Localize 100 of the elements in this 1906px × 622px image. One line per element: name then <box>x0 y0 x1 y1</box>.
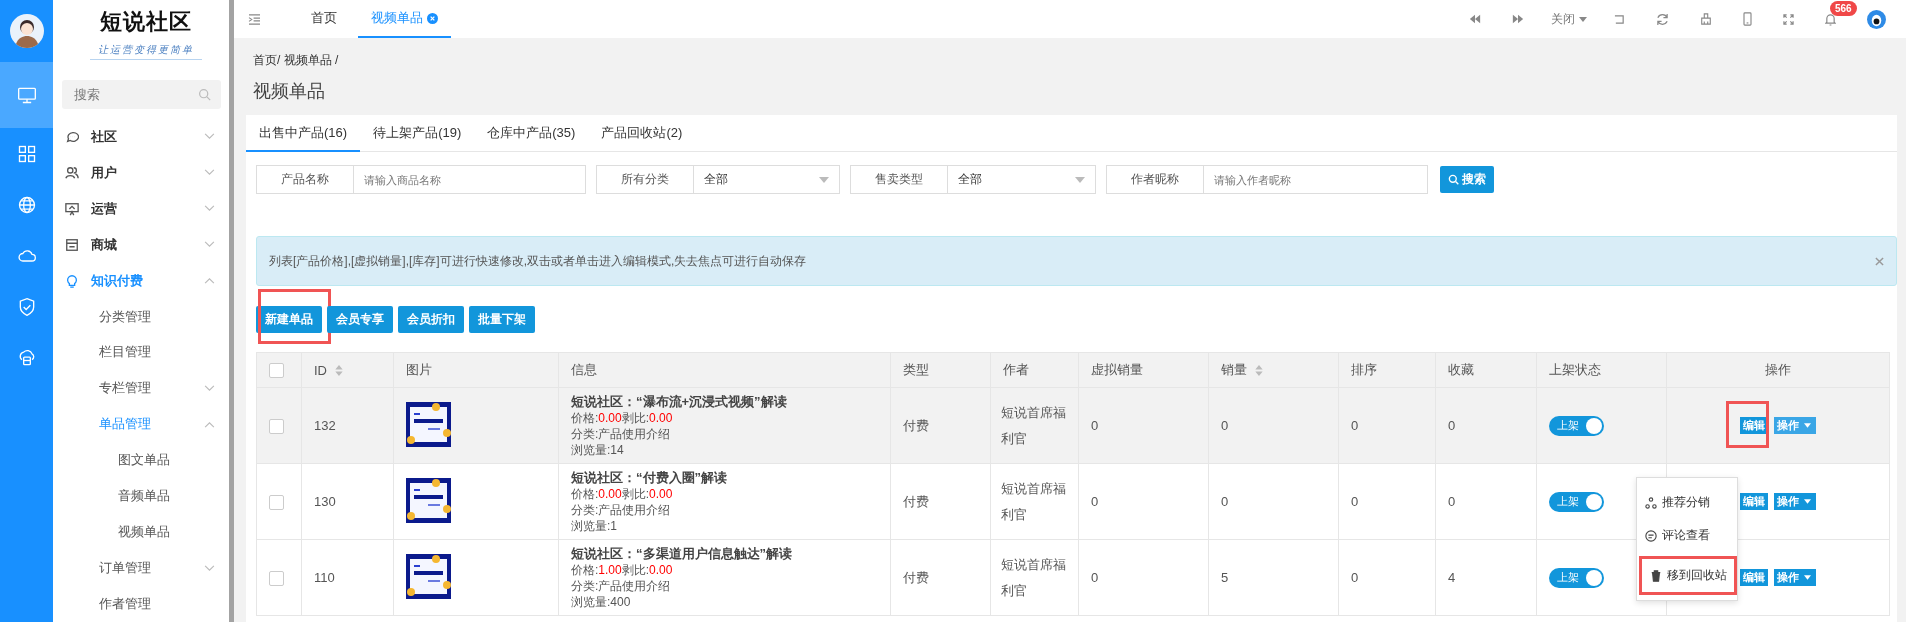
checkbox[interactable] <box>269 494 284 510</box>
presentation-icon <box>65 201 79 216</box>
sidebar-item[interactable]: 音频单品 <box>53 478 229 515</box>
close-menu-button[interactable]: 关闭 <box>1551 10 1587 28</box>
column-header[interactable]: 销量 <box>1221 361 1263 379</box>
category-text: 分类:产品使用介绍 <box>571 501 672 518</box>
tab[interactable]: 待上架产品(19) <box>360 115 475 152</box>
breadcrumb: 首页/ 视频单品 / <box>253 52 340 69</box>
price-line: 价格:0.00剥比:0.00 <box>571 485 674 502</box>
table-cell: 0 <box>1435 387 1537 464</box>
table-cell: 0 <box>1338 463 1436 540</box>
table-cell: 132 <box>301 387 394 464</box>
table-cell: 短说首席福利官 <box>990 387 1079 464</box>
filter-label: 产品名称 <box>256 165 354 194</box>
return-icon[interactable] <box>1614 13 1625 25</box>
table-cell: 0 <box>1338 539 1436 616</box>
menu-icon[interactable] <box>248 13 261 25</box>
caret-icon <box>1803 423 1811 429</box>
table-cell: 0 <box>1435 463 1537 540</box>
monitor-icon <box>16 85 37 105</box>
search-field[interactable]: 搜索 <box>62 79 221 109</box>
select-field[interactable]: 全部 <box>694 165 840 194</box>
sidebar-item[interactable]: 图文单品 <box>53 442 229 479</box>
filter-label: 作者昵称 <box>1106 165 1204 194</box>
table-cell: 0 <box>1078 387 1209 464</box>
column-header: 排序 <box>1351 362 1377 377</box>
caret-icon <box>1075 176 1085 183</box>
table-cell: 短说首席福利官 <box>990 539 1079 616</box>
views-text: 浏览量:1 <box>571 517 618 534</box>
table-cell: 0 <box>1078 539 1209 616</box>
table-cell: 付费 <box>890 539 991 616</box>
fullscreen-icon[interactable] <box>1783 13 1794 25</box>
price-line: 价格:1.00剥比:0.00 <box>571 561 674 578</box>
menu-item[interactable]: 移到回收站 <box>1642 559 1734 592</box>
views-text: 浏览量:14 <box>571 441 625 458</box>
avatar-icon[interactable] <box>8 13 45 49</box>
store-icon <box>65 237 79 252</box>
text-field[interactable]: 请输入商品名称 <box>354 165 586 194</box>
tab[interactable]: 出售中产品(16) <box>246 115 361 152</box>
page-title: 视频单品 <box>253 80 326 103</box>
sidebar-item[interactable]: 社区 <box>53 118 229 155</box>
column-header: 图片 <box>406 362 432 377</box>
filter-label: 所有分类 <box>596 165 694 194</box>
select-field[interactable]: 全部 <box>948 165 1096 194</box>
column-header[interactable]: ID <box>314 362 343 378</box>
table-row[interactable]: 132 短说社区：“瀑布流+沉浸式视频”解读 价格:0.00剥比:0.00 分类:产品使用介绍 浏览量:14 付费 短说首席福利官 0 0 0 0 上架 编辑 操作 <box>256 387 1890 464</box>
checkbox[interactable] <box>269 570 284 586</box>
column-header: 上架状态 <box>1549 362 1601 377</box>
trash-icon <box>1650 569 1662 582</box>
table-cell: 0 <box>1208 387 1339 464</box>
product-title: 短说社区：“瀑布流+沉浸式视频”解读 <box>571 393 788 410</box>
table-cell: 0 <box>1338 387 1436 464</box>
phone-icon[interactable] <box>1743 12 1752 26</box>
chat-icon <box>65 129 79 144</box>
notification-badge: 566 <box>1830 0 1857 16</box>
comment-icon <box>1645 529 1657 542</box>
search-icon <box>1448 174 1459 185</box>
table-cell: 付费 <box>890 463 991 540</box>
column-header: 作者 <box>1003 362 1029 377</box>
table-cell: 0 <box>1078 463 1209 540</box>
caret-icon <box>1803 499 1811 505</box>
rewind-icon[interactable] <box>1469 14 1481 24</box>
tab[interactable]: 产品回收站(2) <box>588 115 696 152</box>
tab[interactable]: 仓库中产品(35) <box>474 115 589 152</box>
sidebar-item[interactable]: 专栏管理 <box>53 370 229 407</box>
category-text: 分类:产品使用介绍 <box>571 577 672 594</box>
checkbox[interactable] <box>269 418 284 434</box>
sidebar-item[interactable]: 运营 <box>53 190 229 227</box>
fast-forward-icon[interactable] <box>1512 14 1524 24</box>
logo-text: 短说社区 <box>100 8 192 37</box>
checkbox[interactable] <box>269 363 284 379</box>
table-cell: 110 <box>301 539 394 616</box>
sort-icon <box>335 364 343 376</box>
close-icon[interactable] <box>427 12 438 24</box>
sidebar-item[interactable]: 栏目管理 <box>53 334 229 371</box>
page-tab[interactable]: 首页 <box>298 0 350 38</box>
table-cell: 130 <box>301 463 394 540</box>
menu-item[interactable]: 推荐分销 <box>1637 486 1737 519</box>
filter-label: 售卖类型 <box>850 165 948 194</box>
sidebar-item[interactable]: 商城 <box>53 226 229 263</box>
product-title: 短说社区：“付费入圈”解读 <box>571 469 728 486</box>
user-avatar-icon[interactable] <box>1867 9 1886 29</box>
views-text: 浏览量:400 <box>571 593 632 610</box>
slogan: 让运营变得更简单 <box>90 43 202 61</box>
sidebar-item[interactable]: 作者管理 <box>53 586 229 622</box>
column-header: 收藏 <box>1448 362 1474 377</box>
table-cell: 4 <box>1435 539 1537 616</box>
bell-icon[interactable] <box>1825 12 1836 26</box>
close-icon[interactable] <box>1875 256 1884 266</box>
share-nodes-icon <box>1645 496 1657 509</box>
refresh-icon[interactable] <box>1656 12 1669 26</box>
text-field[interactable]: 请输入作者昵称 <box>1204 165 1428 194</box>
sidebar-item[interactable]: 视频单品 <box>53 514 229 551</box>
sidebar-item[interactable]: 分类管理 <box>53 298 229 335</box>
table-cell: 0 <box>1208 463 1339 540</box>
sidebar-item[interactable]: 订单管理 <box>53 550 229 587</box>
table-cell: 5 <box>1208 539 1339 616</box>
broom-icon[interactable] <box>1700 13 1712 25</box>
sidebar-item[interactable]: 用户 <box>53 154 229 191</box>
column-header: 类型 <box>903 362 929 377</box>
